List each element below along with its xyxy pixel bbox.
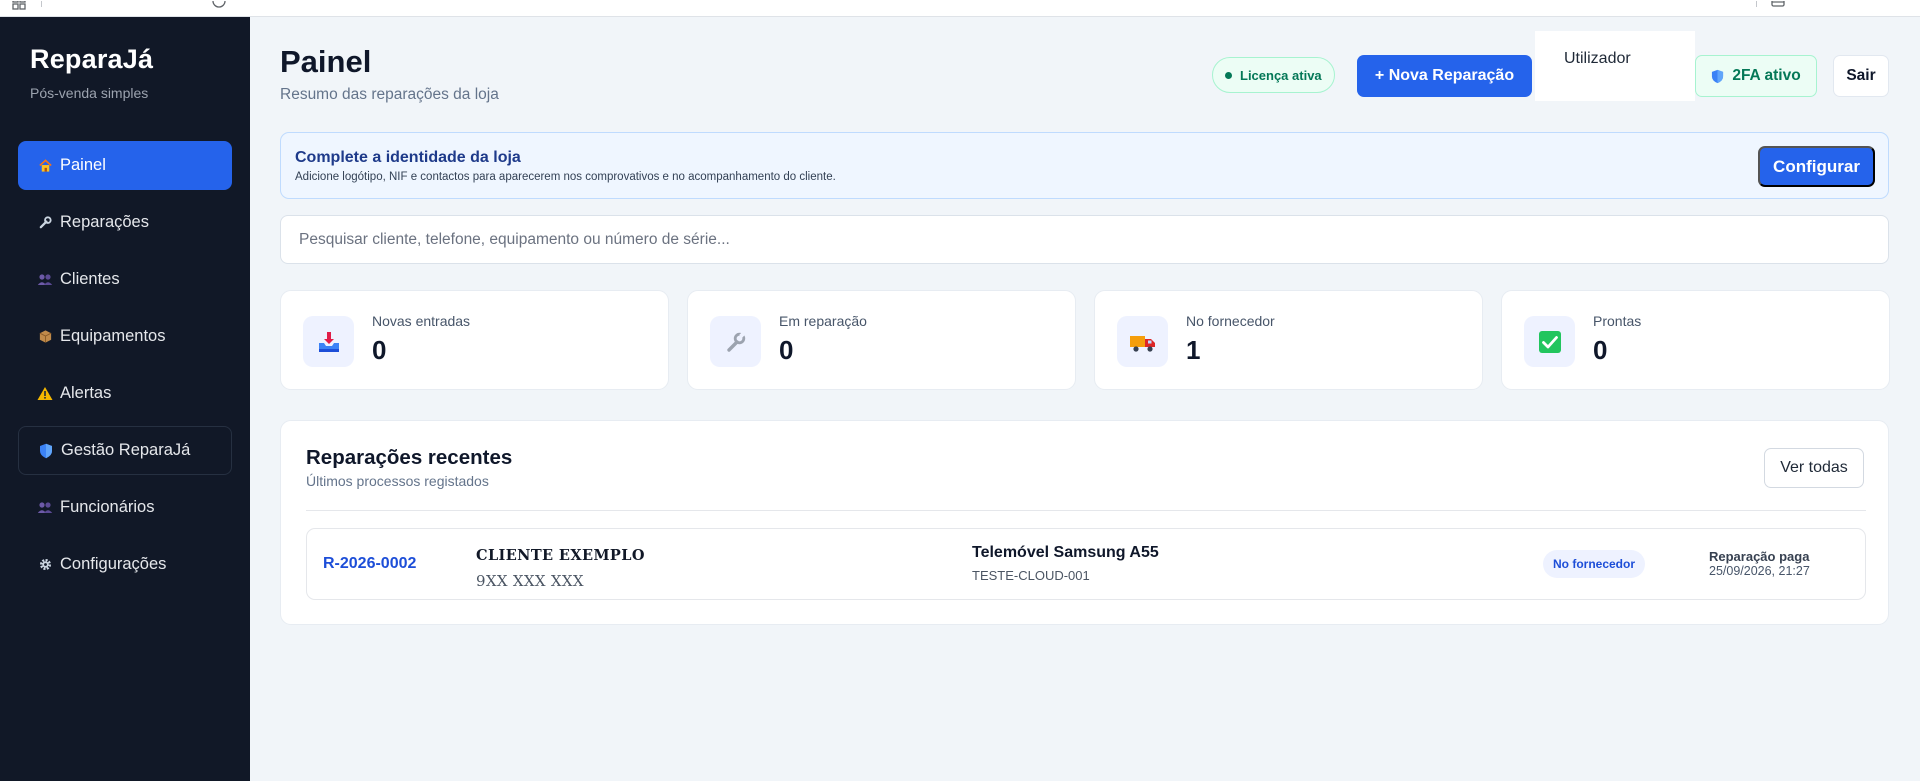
status-dot-icon (1225, 71, 1232, 79)
shield-icon (37, 442, 55, 460)
logout-button[interactable]: Sair (1833, 55, 1889, 97)
shield-icon (1711, 69, 1724, 84)
app-tagline: Pós-venda simples (30, 85, 149, 101)
globe-icon[interactable] (212, 1, 226, 15)
inbox-tray-icon (303, 316, 354, 367)
view-all-button[interactable]: Ver todas (1764, 448, 1864, 488)
browser-top-strip (0, 0, 1920, 17)
status-badge: No fornecedor (1543, 550, 1646, 578)
app-brand: ReparaJá (30, 44, 154, 74)
stat-label: Novas entradas (372, 313, 471, 329)
warning-icon (36, 385, 54, 403)
bookmark-divider-icon (41, 1, 55, 15)
stat-label: Em reparação (779, 313, 867, 329)
sidebar-item-label: Painel (60, 156, 106, 174)
stat-card-novas-entradas[interactable]: Novas entradas 0 (280, 290, 669, 390)
stat-value: 0 (1593, 335, 1608, 365)
search-box (280, 215, 1889, 264)
recent-title: Reparações recentes (306, 446, 513, 469)
wrench-icon (36, 214, 54, 232)
repair-datetime: 25/09/2026, 21:27 (1709, 564, 1810, 578)
sidebar-item-label: Reparações (60, 213, 149, 231)
repair-row[interactable]: R-2026-0002 CLIENTE EXEMPLO 9XX XXX XXX … (306, 528, 1866, 601)
divider (462, 600, 792, 601)
client-phone: 9XX XXX XXX (476, 572, 584, 590)
device-serial: TESTE-CLOUD-001 (972, 568, 1090, 583)
sidebar-item-alertas[interactable]: Alertas (18, 369, 232, 418)
check-mark-icon (1524, 316, 1575, 367)
recent-repairs-panel: Reparações recentes Últimos processos re… (280, 420, 1889, 625)
calendar-icon[interactable] (1771, 1, 1785, 15)
twofa-status-button[interactable]: 2FA ativo (1695, 55, 1817, 97)
sidebar-item-label: Equipamentos (60, 327, 166, 345)
stat-label: No fornecedor (1186, 313, 1275, 329)
sidebar-item-label: Clientes (60, 270, 120, 288)
bookmark-divider-icon (1756, 1, 1770, 15)
stat-card-em-reparacao[interactable]: Em reparação 0 (687, 290, 1076, 390)
page-title: Painel (280, 44, 372, 79)
license-badge-label: Licença ativa (1240, 67, 1322, 83)
stat-label: Prontas (1593, 313, 1642, 329)
divider (306, 510, 1866, 511)
sidebar-item-painel[interactable]: Painel (18, 141, 232, 190)
license-status-badge: Licença ativa (1212, 57, 1335, 93)
stats-row: Novas entradas 0 Em reparação 0 No forne… (280, 290, 1890, 390)
sidebar-nav: Painel Reparações Clientes Equipamentos … (18, 141, 232, 597)
sidebar-item-funcionarios[interactable]: Funcionários (18, 483, 232, 532)
people-icon (36, 499, 54, 517)
banner-title: Complete a identidade da loja (295, 149, 521, 166)
sidebar-item-label: Gestão ReparaJá (61, 441, 191, 459)
sidebar-item-equipamentos[interactable]: Equipamentos (18, 312, 232, 361)
new-repair-button[interactable]: + Nova Reparação (1357, 55, 1532, 97)
sidebar-item-clientes[interactable]: Clientes (18, 255, 232, 304)
sidebar-item-gestao[interactable]: Gestão ReparaJá (18, 426, 232, 475)
sidebar-item-label: Funcionários (60, 498, 155, 516)
recent-subtitle: Últimos processos registados (306, 473, 489, 489)
repair-ref-link[interactable]: R-2026-0002 (323, 555, 416, 573)
page-subtitle: Resumo das reparações da loja (280, 86, 499, 103)
house-icon (36, 157, 54, 175)
user-menu[interactable]: Utilizador (1535, 31, 1695, 101)
sidebar-item-label: Configurações (60, 555, 167, 573)
stat-card-prontas[interactable]: Prontas 0 (1501, 290, 1890, 390)
sidebar-item-label: Alertas (60, 384, 112, 402)
stat-value: 1 (1186, 335, 1201, 365)
store-identity-banner: Complete a identidade da loja Adicione l… (280, 132, 1889, 199)
apps-grid-icon[interactable] (12, 1, 26, 15)
configure-button[interactable]: Configurar (1758, 146, 1875, 187)
sidebar-item-reparacoes[interactable]: Reparações (18, 198, 232, 247)
delivery-truck-icon (1117, 316, 1168, 367)
banner-text: Adicione logótipo, NIF e contactos para … (295, 171, 836, 183)
gear-icon (36, 556, 54, 574)
package-icon (36, 328, 54, 346)
user-label: Utilizador (1564, 50, 1631, 67)
search-input[interactable] (281, 216, 1888, 263)
payment-status: Reparação paga (1709, 549, 1810, 564)
twofa-label: 2FA ativo (1732, 67, 1801, 84)
people-icon (36, 271, 54, 289)
stat-value: 0 (372, 335, 387, 365)
stat-value: 0 (779, 335, 794, 365)
sidebar: ReparaJá Pós-venda simples Painel Repara… (0, 17, 250, 781)
device-name: Telemóvel Samsung A55 (972, 544, 1159, 561)
stat-card-no-fornecedor[interactable]: No fornecedor 1 (1094, 290, 1483, 390)
sidebar-item-configuracoes[interactable]: Configurações (18, 540, 232, 589)
wrench-icon (710, 316, 761, 367)
client-name: CLIENTE EXEMPLO (476, 547, 645, 564)
